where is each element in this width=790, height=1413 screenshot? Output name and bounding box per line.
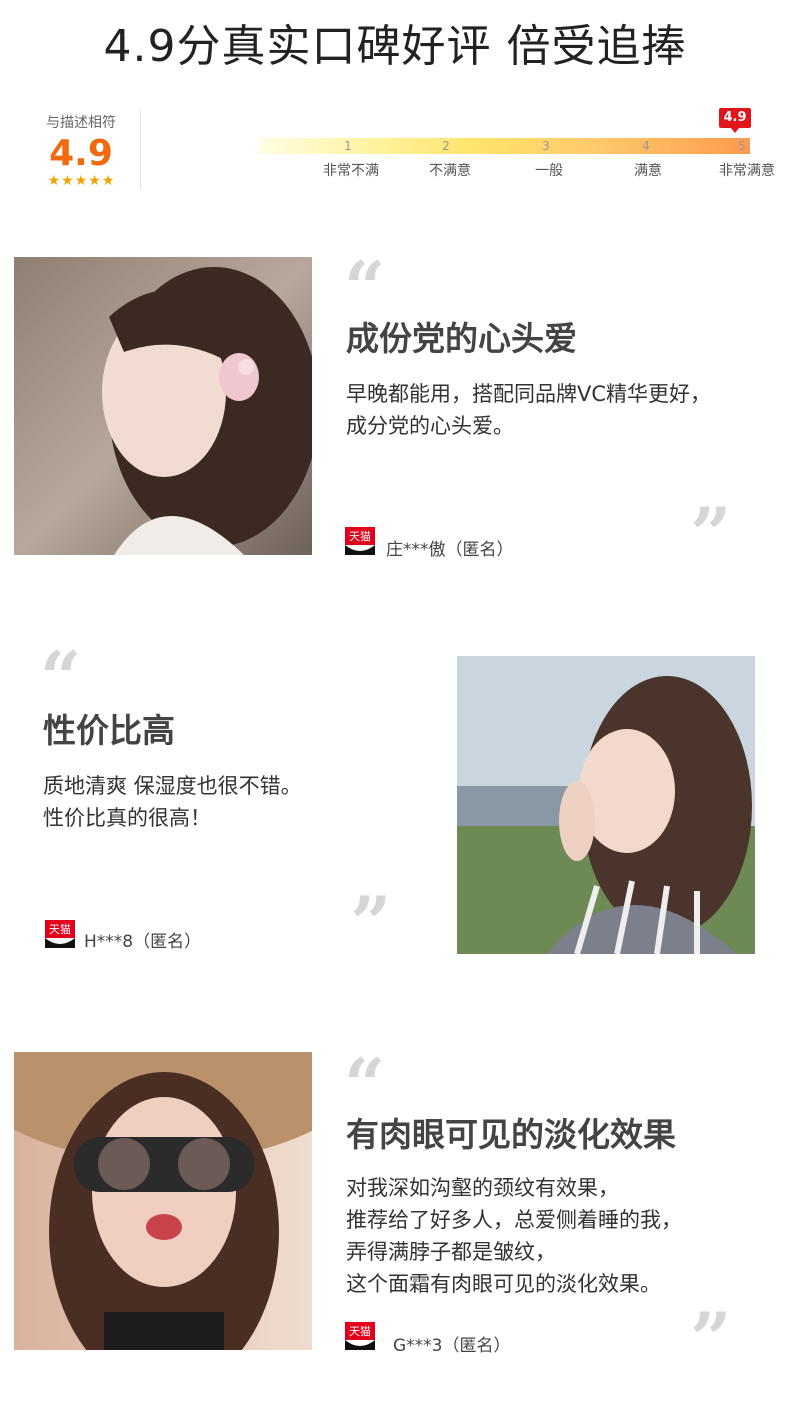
- close-quote-icon: ”: [350, 880, 392, 965]
- review-body-2: 质地清爽 保湿度也很不错。 性价比真的很高！: [43, 770, 302, 834]
- review-user-3: G***3（匿名）: [393, 1336, 511, 1356]
- review-user-2: H***8（匿名）: [84, 932, 202, 952]
- review-line: 成分党的心头爱。: [346, 414, 514, 438]
- tmall-icon: 天猫: [45, 920, 75, 948]
- review-line: 推荐给了好多人，总爱侧着睡的我，: [346, 1208, 682, 1232]
- review-line: 早晚都能用，搭配同品牌VC精华更好，: [346, 382, 712, 406]
- star-rating: ★ ★ ★ ★ ★: [22, 174, 140, 188]
- review-photo-1: [14, 257, 312, 555]
- rating-label: 与描述相符: [46, 115, 116, 131]
- star-icon: ★: [61, 173, 74, 189]
- close-quote-icon: ”: [690, 491, 732, 576]
- star-icon: ★: [74, 173, 88, 189]
- tmall-icon: 天猫: [345, 1322, 375, 1350]
- scale-tick-4: 4: [642, 139, 650, 153]
- rating-gradient-bar: [258, 138, 750, 154]
- review-photo-2: [457, 656, 755, 954]
- portrait-image: [14, 1052, 312, 1350]
- review-line: 对我深如沟壑的颈纹有效果，: [346, 1176, 619, 1200]
- review-title-2: 性价比高: [43, 711, 175, 750]
- rating-summary: 与描述相符 4.9 ★ ★ ★ ★ ★: [22, 110, 141, 190]
- close-quote-icon: ”: [690, 1296, 732, 1381]
- scale-tick-5: 5: [738, 139, 746, 153]
- scale-label-3: 一般: [535, 163, 563, 179]
- rating-score: 4.9: [49, 133, 113, 174]
- star-icon: ★: [88, 173, 101, 189]
- tmall-badge-text: 天猫: [49, 923, 71, 936]
- review-line: 弄得满脖子都是皱纹，: [346, 1240, 556, 1264]
- scale-label-4: 满意: [634, 163, 662, 179]
- scale-label-5: 非常满意: [719, 163, 775, 179]
- scale-tick-1: 1: [344, 139, 352, 153]
- review-photo-3: [14, 1052, 312, 1350]
- review-body-1: 早晚都能用，搭配同品牌VC精华更好， 成分党的心头爱。: [346, 378, 711, 442]
- review-title-1: 成份党的心头爱: [346, 319, 577, 358]
- tmall-badge-text: 天猫: [349, 530, 371, 543]
- review-line: 质地清爽 保湿度也很不错。: [43, 774, 302, 798]
- review-user-1: 庄***傲（匿名）: [386, 540, 514, 560]
- review-line: 性价比真的很高！: [43, 806, 211, 830]
- tmall-icon: 天猫: [345, 527, 375, 555]
- scale-label-1: 非常不满: [323, 163, 379, 179]
- portrait-image: [14, 257, 312, 555]
- star-icon: ★: [101, 173, 115, 189]
- scale-label-2: 不满意: [429, 163, 471, 179]
- star-icon: ★: [47, 173, 61, 189]
- review-body-3: 对我深如沟壑的颈纹有效果， 推荐给了好多人，总爱侧着睡的我， 弄得满脖子都是皱纹…: [346, 1172, 682, 1300]
- page-headline: 4.9分真实口碑好评 倍受追捧: [103, 21, 687, 72]
- scale-tick-3: 3: [542, 139, 550, 153]
- portrait-image: [457, 656, 755, 954]
- review-line: 这个面霜有肉眼可见的淡化效果。: [346, 1272, 661, 1296]
- score-flag: 4.9: [719, 108, 751, 133]
- review-title-3: 有肉眼可见的淡化效果: [346, 1115, 676, 1154]
- scale-tick-2: 2: [442, 139, 450, 153]
- tmall-badge-text: 天猫: [349, 1325, 371, 1338]
